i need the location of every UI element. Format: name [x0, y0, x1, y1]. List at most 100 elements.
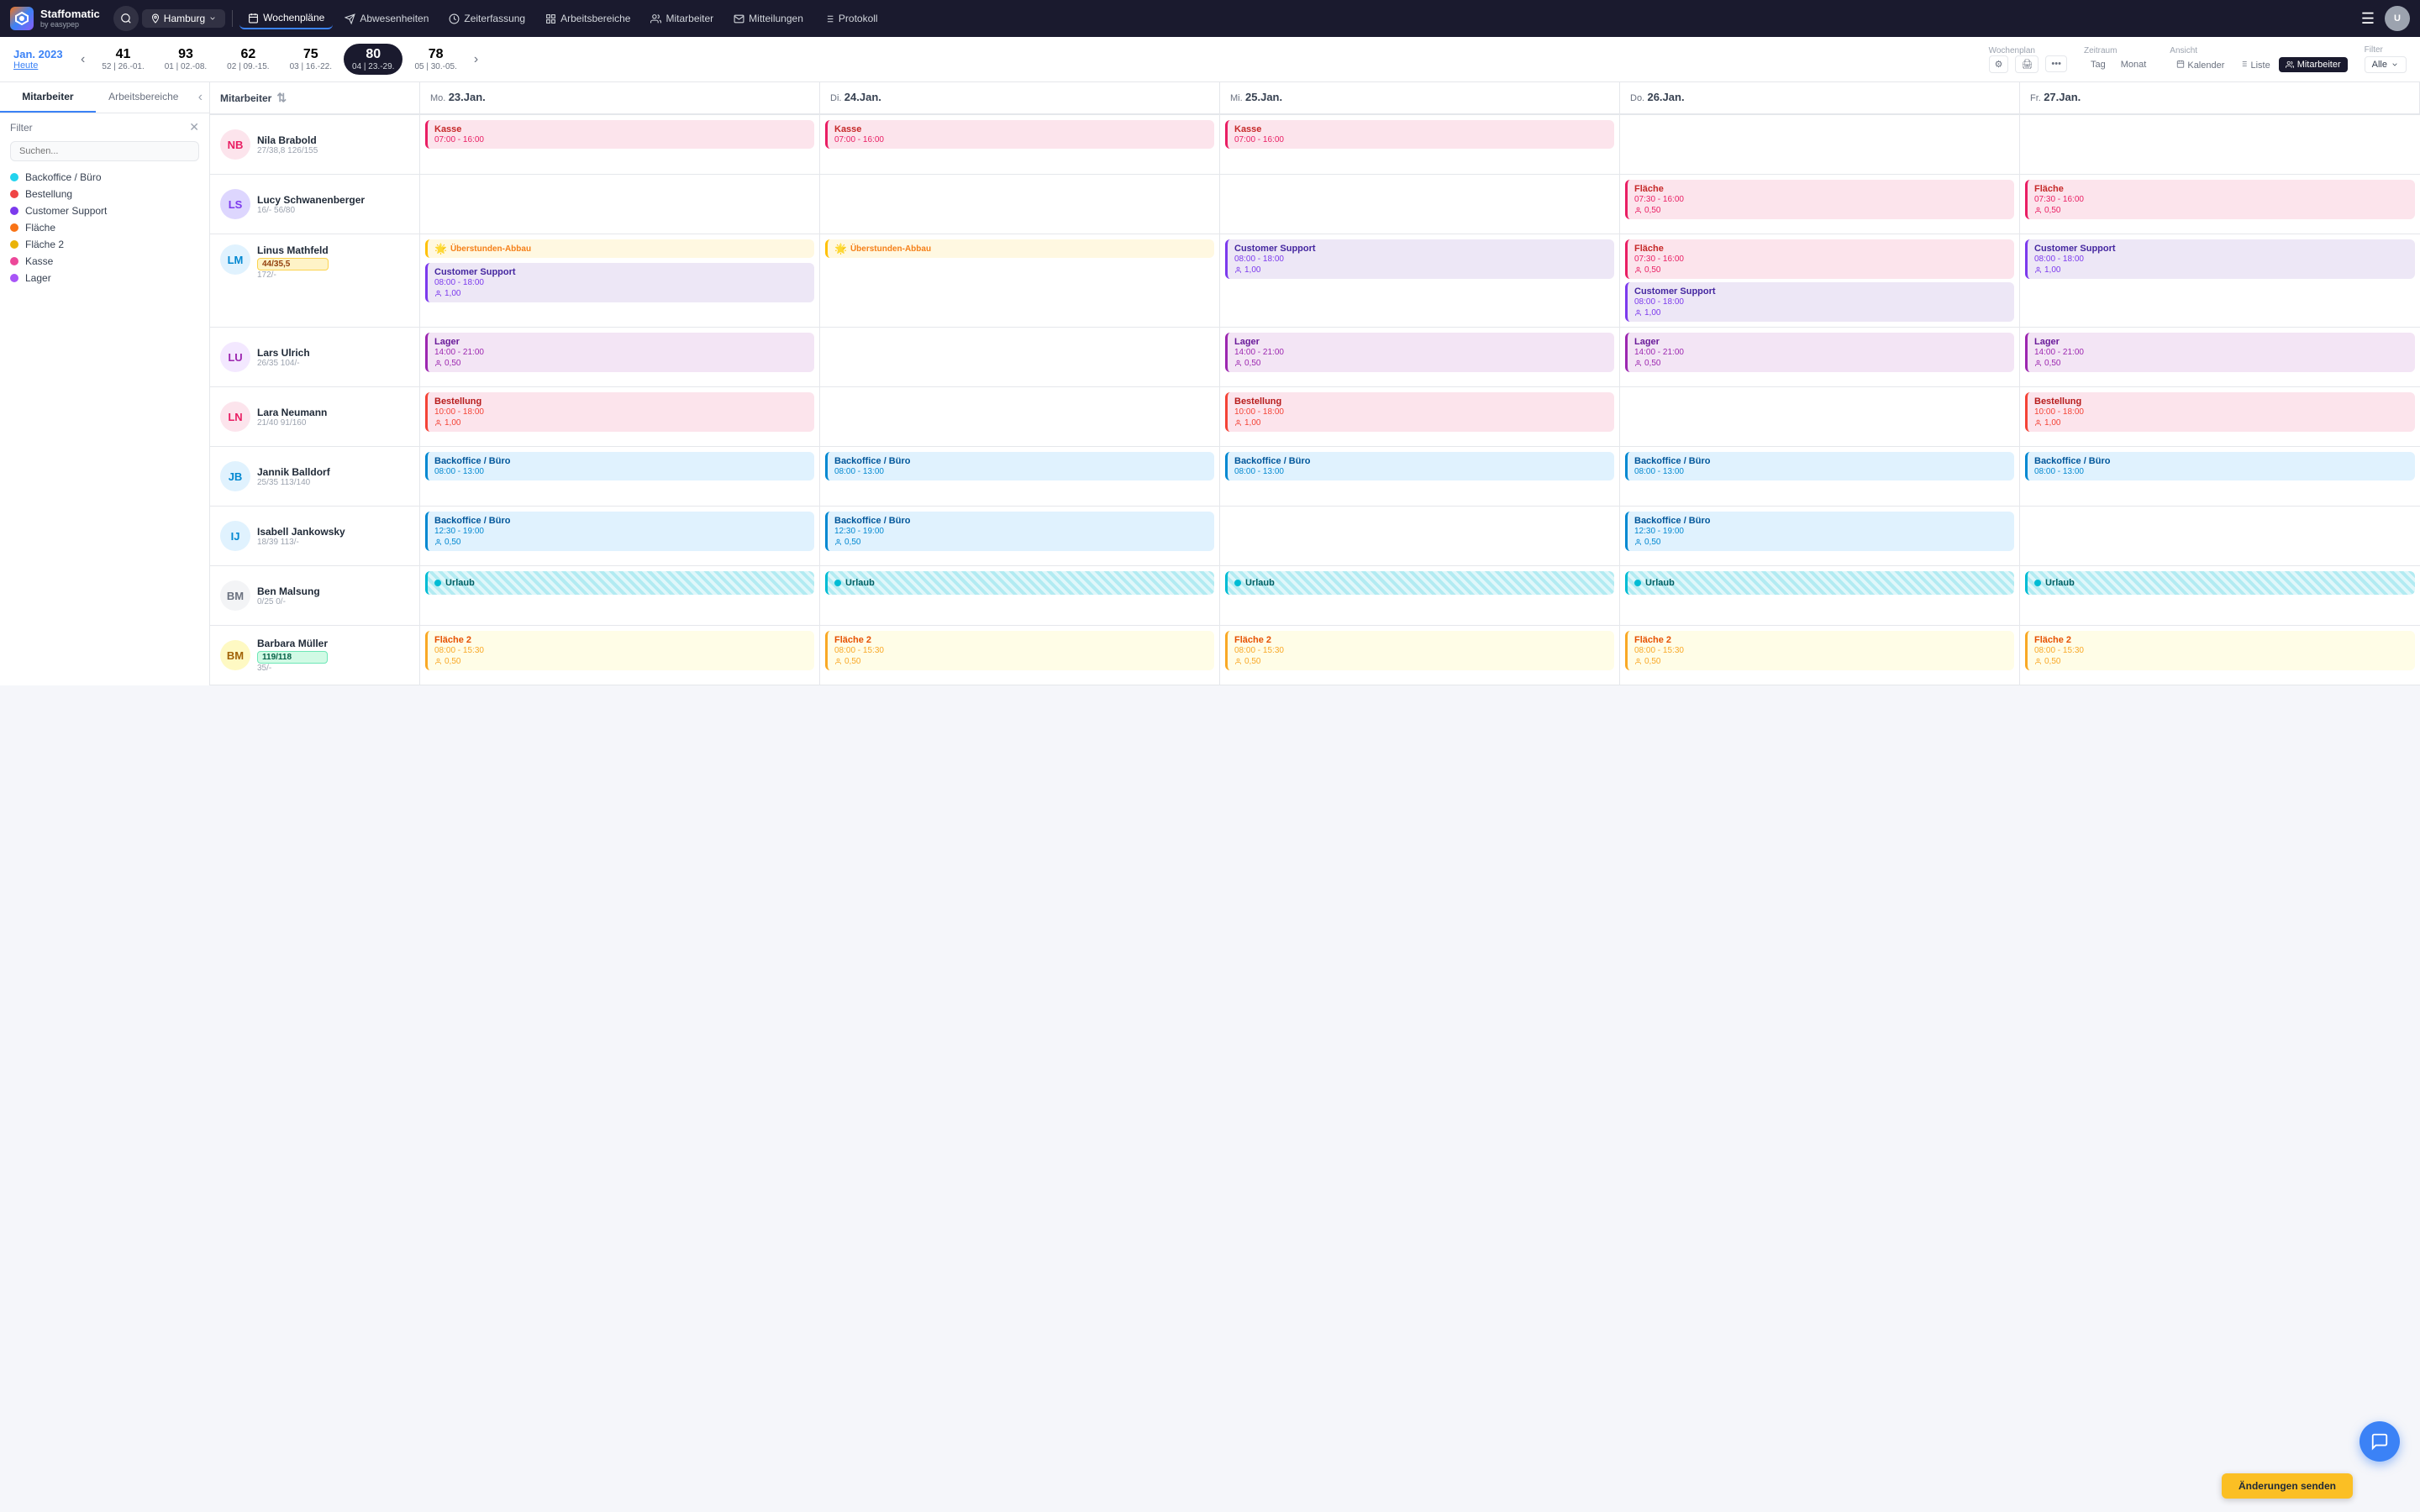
shift-card[interactable]: Fläche 2 08:00 - 15:30 0,50 [825, 631, 1214, 670]
day-cell[interactable]: Backoffice / Büro 08:00 - 13:00 [820, 447, 1220, 506]
day-cell[interactable]: Backoffice / Büro 08:00 - 13:00 [2020, 447, 2420, 506]
day-cell[interactable] [1620, 115, 2020, 174]
view-monat-button[interactable]: Monat [2114, 57, 2154, 72]
day-cell[interactable] [1620, 387, 2020, 446]
shift-card[interactable]: Customer Support 08:00 - 18:00 1,00 [1625, 282, 2014, 322]
shift-card[interactable]: Backoffice / Büro 08:00 - 13:00 [825, 452, 1214, 480]
wochenplan-print-button[interactable]: 🖨 [2015, 55, 2039, 73]
shift-card[interactable]: Backoffice / Büro 08:00 - 13:00 [1625, 452, 2014, 480]
week-item-3[interactable]: 75 03 | 16.-22. [281, 44, 340, 75]
day-cell[interactable]: 🌟 Überstunden-Abbau Customer Support 08:… [420, 234, 820, 327]
shift-card[interactable]: Backoffice / Büro 12:30 - 19:00 0,50 [425, 512, 814, 551]
uberstunden-card[interactable]: 🌟 Überstunden-Abbau [825, 239, 1214, 258]
shift-card[interactable]: Kasse 07:00 - 16:00 [425, 120, 814, 149]
day-cell[interactable]: Customer Support 08:00 - 18:00 1,00 [2020, 234, 2420, 327]
day-cell[interactable]: Fläche 2 08:00 - 15:30 0,50 [420, 626, 820, 685]
day-cell[interactable]: Backoffice / Büro 12:30 - 19:00 0,50 [1620, 507, 2020, 565]
shift-card[interactable]: Lager 14:00 - 21:00 0,50 [425, 333, 814, 372]
nav-item-wochenplane[interactable]: Wochenpläne [239, 8, 333, 29]
urlaub-card[interactable]: Urlaub [825, 571, 1214, 595]
filter-item-flache[interactable]: Fläche [10, 222, 199, 234]
urlaub-card[interactable]: Urlaub [2025, 571, 2415, 595]
shift-card[interactable]: Fläche 07:30 - 16:00 0,50 [2025, 180, 2415, 219]
day-cell[interactable]: Urlaub [1220, 566, 1620, 625]
day-cell[interactable] [820, 387, 1220, 446]
shift-card[interactable]: Lager 14:00 - 21:00 0,50 [1225, 333, 1614, 372]
week-item-4[interactable]: 80 04 | 23.-29. [344, 44, 402, 75]
day-cell[interactable]: Backoffice / Büro 08:00 - 13:00 [1620, 447, 2020, 506]
tab-arbeitsbereiche[interactable]: Arbeitsbereiche [96, 82, 192, 113]
shift-card-customer-support[interactable]: Customer Support 08:00 - 18:00 1,00 [425, 263, 814, 302]
shift-card[interactable]: Backoffice / Büro 12:30 - 19:00 0,50 [1625, 512, 2014, 551]
day-cell[interactable]: Bestellung 10:00 - 18:00 1,00 [1220, 387, 1620, 446]
shift-card[interactable]: Fläche 2 08:00 - 15:30 0,50 [425, 631, 814, 670]
day-cell[interactable]: Kasse 07:00 - 16:00 [820, 115, 1220, 174]
shift-card[interactable]: Bestellung 10:00 - 18:00 1,00 [1225, 392, 1614, 432]
day-cell[interactable] [2020, 507, 2420, 565]
view-kalender-button[interactable]: Kalender [2170, 57, 2231, 73]
shift-card[interactable]: Customer Support 08:00 - 18:00 1,00 [1225, 239, 1614, 279]
day-cell[interactable]: Fläche 07:30 - 16:00 0,50 [1620, 175, 2020, 234]
nav-item-abwesenheiten[interactable]: Abwesenheiten [336, 8, 437, 29]
urlaub-card[interactable]: Urlaub [1625, 571, 2014, 595]
week-item-5[interactable]: 78 05 | 30.-05. [406, 44, 465, 75]
day-cell[interactable]: Fläche 07:30 - 16:00 0,50 [2020, 175, 2420, 234]
search-input[interactable] [10, 141, 199, 161]
filter-item-lager[interactable]: Lager [10, 272, 199, 284]
day-cell[interactable]: Fläche 2 08:00 - 15:30 0,50 [2020, 626, 2420, 685]
day-cell[interactable]: Lager 14:00 - 21:00 0,50 [1220, 328, 1620, 386]
wochenplan-settings-button[interactable]: ⚙ [1989, 55, 2009, 73]
filter-clear-button[interactable]: ✕ [189, 120, 199, 134]
search-button[interactable] [113, 6, 139, 31]
shift-card[interactable]: Backoffice / Büro 12:30 - 19:00 0,50 [825, 512, 1214, 551]
day-cell[interactable]: Lager 14:00 - 21:00 0,50 [2020, 328, 2420, 386]
shift-card[interactable]: Fläche 2 08:00 - 15:30 0,50 [2025, 631, 2415, 670]
day-cell[interactable]: Lager 14:00 - 21:00 0,50 [420, 328, 820, 386]
view-liste-button[interactable]: Liste [2233, 57, 2276, 73]
filter-all-button[interactable]: Alle [2365, 56, 2407, 73]
nav-item-arbeitsbereiche[interactable]: Arbeitsbereiche [537, 8, 639, 29]
filter-item-bestellung[interactable]: Bestellung [10, 188, 199, 200]
nav-item-protokoll[interactable]: Protokoll [815, 8, 886, 29]
wochenplan-more-button[interactable]: ••• [2045, 55, 2067, 72]
view-mitarbeiter-button[interactable]: Mitarbeiter [2279, 57, 2348, 72]
day-cell[interactable]: Lager 14:00 - 21:00 0,50 [1620, 328, 2020, 386]
day-cell[interactable]: Kasse 07:00 - 16:00 [420, 115, 820, 174]
day-cell[interactable]: Urlaub [2020, 566, 2420, 625]
sidebar-collapse-button[interactable]: ‹ [192, 82, 209, 113]
day-cell[interactable]: Fläche 2 08:00 - 15:30 0,50 [820, 626, 1220, 685]
user-avatar[interactable]: U [2385, 6, 2410, 31]
shift-card[interactable]: Backoffice / Büro 08:00 - 13:00 [1225, 452, 1614, 480]
urlaub-card[interactable]: Urlaub [425, 571, 814, 595]
day-cell[interactable]: Fläche 07:30 - 16:00 0,50 Customer Suppo… [1620, 234, 2020, 327]
shift-card[interactable]: Kasse 07:00 - 16:00 [825, 120, 1214, 149]
tab-mitarbeiter[interactable]: Mitarbeiter [0, 82, 96, 113]
day-cell[interactable] [2020, 115, 2420, 174]
urlaub-card[interactable]: Urlaub [1225, 571, 1614, 595]
nav-item-mitarbeiter[interactable]: Mitarbeiter [642, 8, 722, 29]
day-cell[interactable]: Urlaub [420, 566, 820, 625]
day-cell[interactable]: Urlaub [820, 566, 1220, 625]
save-button[interactable]: Änderungen senden [2222, 1473, 2353, 1499]
location-selector[interactable]: Hamburg [142, 9, 225, 28]
day-cell[interactable] [1220, 507, 1620, 565]
view-tag-button[interactable]: Tag [2084, 57, 2112, 72]
filter-item-customer-support[interactable]: Customer Support [10, 205, 199, 217]
filter-item-kasse[interactable]: Kasse [10, 255, 199, 267]
day-cell[interactable]: Fläche 2 08:00 - 15:30 0,50 [1220, 626, 1620, 685]
sort-icon[interactable]: ⇅ [276, 91, 287, 105]
week-item-2[interactable]: 62 02 | 09.-15. [218, 44, 277, 75]
shift-card[interactable]: Backoffice / Büro 08:00 - 13:00 [425, 452, 814, 480]
uberstunden-card[interactable]: 🌟 Überstunden-Abbau [425, 239, 814, 258]
shift-card[interactable]: Customer Support 08:00 - 18:00 1,00 [2025, 239, 2415, 279]
nav-item-zeiterfassung[interactable]: Zeiterfassung [440, 8, 534, 29]
day-cell[interactable]: Kasse 07:00 - 16:00 [1220, 115, 1620, 174]
filter-item-flache2[interactable]: Fläche 2 [10, 239, 199, 250]
today-button[interactable]: Heute [13, 60, 72, 71]
shift-card[interactable]: Fläche 07:30 - 16:00 0,50 [1625, 239, 2014, 279]
shift-card[interactable]: Fläche 2 08:00 - 15:30 0,50 [1225, 631, 1614, 670]
day-cell[interactable]: Bestellung 10:00 - 18:00 1,00 [2020, 387, 2420, 446]
shift-card[interactable]: Bestellung 10:00 - 18:00 1,00 [425, 392, 814, 432]
day-cell[interactable]: 🌟 Überstunden-Abbau [820, 234, 1220, 327]
day-cell[interactable] [420, 175, 820, 234]
